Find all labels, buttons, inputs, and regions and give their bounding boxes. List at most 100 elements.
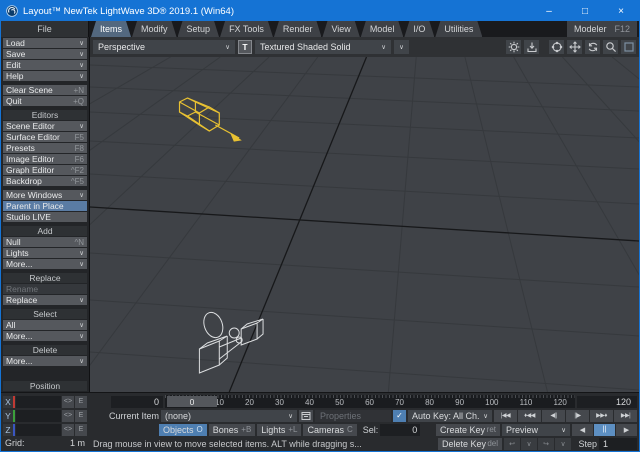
sidebar-item-help[interactable]: Help∨: [3, 71, 87, 81]
frame-slider-handle[interactable]: 0: [167, 396, 217, 407]
previous-frame-button[interactable]: ◀||: [542, 410, 565, 422]
chevron-down-icon[interactable]: ∨: [555, 438, 571, 450]
timeline-ruler[interactable]: 10 20 30 40 50 60 70 80 90 100 110 120 0: [165, 395, 575, 408]
zoom-view-icon[interactable]: [603, 40, 618, 54]
export-icon[interactable]: [524, 40, 539, 54]
sidebar-item-null[interactable]: Null^N: [3, 237, 87, 247]
viewport-options-dropdown[interactable]: ∨: [394, 40, 409, 54]
item-list-icon[interactable]: [299, 410, 313, 422]
envelope-button[interactable]: E: [75, 396, 87, 408]
redo-arrow-icon[interactable]: ↪: [538, 438, 554, 450]
rotate-view-icon[interactable]: [585, 40, 600, 54]
sidebar-item-select-more[interactable]: More...∨: [3, 331, 87, 341]
objects-button[interactable]: Objects O: [159, 424, 207, 436]
envelope-button[interactable]: E: [75, 410, 87, 422]
shortcut-label: +B: [241, 425, 251, 434]
next-key-button[interactable]: ▶▶♦: [590, 410, 613, 422]
bones-button[interactable]: Bones +B: [209, 424, 256, 436]
sidebar-item-presets[interactable]: PresetsF8: [3, 143, 87, 153]
sidebar-item-add-more[interactable]: More...∨: [3, 259, 87, 269]
position-x-field[interactable]: [16, 396, 61, 408]
maximize-button[interactable]: □: [567, 1, 603, 21]
y-axis-label: Y: [3, 410, 15, 422]
previous-key-button[interactable]: ♦◀◀: [518, 410, 541, 422]
sidebar-item-edit[interactable]: Edit∨: [3, 60, 87, 70]
sidebar-item-scene-editor[interactable]: Scene Editor∨: [3, 121, 87, 131]
sidebar-item-backdrop[interactable]: Backdrop^F5: [3, 176, 87, 186]
sidebar-item-select-all[interactable]: All∨: [3, 320, 87, 330]
position-z-field[interactable]: [16, 424, 61, 436]
sidebar-item-image-editor[interactable]: Image EditorF6: [3, 154, 87, 164]
mini-slider-button[interactable]: <>: [62, 396, 74, 408]
sidebar-item-label: Scene Editor: [6, 121, 79, 131]
pan-view-icon[interactable]: [567, 40, 582, 54]
grid-label: Grid:: [5, 438, 25, 448]
tab-render[interactable]: Render: [274, 21, 322, 37]
sidebar-item-save[interactable]: Save∨: [3, 49, 87, 59]
play-forward-button[interactable]: ▶: [616, 424, 637, 436]
sidebar-item-delete-more[interactable]: More...∨: [3, 356, 87, 366]
tab-model[interactable]: Model: [361, 21, 404, 37]
close-button[interactable]: ×: [603, 1, 639, 21]
auto-key-checkbox[interactable]: ✓: [393, 410, 406, 422]
envelope-button[interactable]: E: [75, 424, 87, 436]
tab-modify[interactable]: Modify: [132, 21, 177, 37]
sidebar-item-studio-live[interactable]: Studio LIVE: [3, 212, 87, 222]
orbit-view-icon[interactable]: [549, 40, 564, 54]
modeler-button[interactable]: Modeler F12: [567, 21, 637, 37]
sidebar-item-more-windows[interactable]: More Windows∨: [3, 190, 87, 200]
tick-label: 70: [395, 398, 404, 407]
sidebar-item-parent-in-place[interactable]: Parent in Place: [3, 201, 87, 211]
tab-fx-tools[interactable]: FX Tools: [220, 21, 273, 37]
position-fields: X <> E Y <> E Z <> E Grid: 1 m: [1, 395, 89, 451]
auto-key-dropdown[interactable]: Auto Key: All Ch... ∨: [408, 410, 492, 422]
sidebar-item-label: Rename: [6, 284, 84, 294]
chevron-down-icon: ∨: [561, 426, 566, 434]
preview-dropdown[interactable]: Preview ∨: [502, 424, 570, 436]
cameras-button[interactable]: Cameras C: [303, 424, 356, 436]
pause-button[interactable]: ||: [594, 424, 615, 436]
sidebar-item-label: More...: [6, 259, 79, 269]
lights-button[interactable]: Lights +L: [257, 424, 301, 436]
mini-slider-button[interactable]: <>: [62, 424, 74, 436]
tick-label: 110: [520, 398, 533, 407]
sidebar-item-label: Presets: [6, 143, 75, 153]
tab-utilities[interactable]: Utilities: [435, 21, 482, 37]
delete-group-header: Delete: [3, 345, 87, 355]
sidebar-item-replace[interactable]: Replace∨: [3, 295, 87, 305]
position-y-field[interactable]: [16, 410, 61, 422]
sidebar-item-label: Image Editor: [6, 154, 75, 164]
sidebar-item-graph-editor[interactable]: Graph Editor^F2: [3, 165, 87, 175]
view-mode-dropdown[interactable]: Perspective ∨: [93, 40, 235, 54]
sel-count-field: 0: [380, 424, 420, 436]
delete-key-button[interactable]: Delete Key del: [438, 438, 502, 450]
tab-view[interactable]: View: [322, 21, 359, 37]
viewport-canvas[interactable]: [90, 57, 639, 392]
sidebar-item-clear-scene[interactable]: Clear Scene+N: [3, 85, 87, 95]
tab-setup[interactable]: Setup: [178, 21, 220, 37]
current-frame-field[interactable]: 0: [111, 396, 163, 408]
sidebar-item-lights[interactable]: Lights∨: [3, 248, 87, 258]
gear-icon[interactable]: [506, 40, 521, 54]
chevron-down-icon[interactable]: ∨: [521, 438, 537, 450]
tab-items[interactable]: Items: [91, 21, 131, 37]
maximize-viewport-icon[interactable]: [621, 40, 636, 54]
sidebar-item-surface-editor[interactable]: Surface EditorF5: [3, 132, 87, 142]
tab-io[interactable]: I/O: [404, 21, 434, 37]
lightwave-logo-icon: [6, 5, 18, 17]
next-frame-button[interactable]: ||▶: [566, 410, 589, 422]
create-key-button[interactable]: Create Key ret: [436, 424, 500, 436]
step-field[interactable]: 1: [599, 438, 637, 450]
play-reverse-button[interactable]: ◀: [572, 424, 593, 436]
end-frame-field[interactable]: 120: [577, 396, 637, 408]
go-to-start-button[interactable]: |◀◀: [494, 410, 517, 422]
minimize-button[interactable]: –: [531, 1, 567, 21]
mini-slider-button[interactable]: <>: [62, 410, 74, 422]
title-bar: Layout™ NewTek LightWave 3D® 2019.1 (Win…: [1, 1, 639, 21]
undo-arrow-icon[interactable]: ↩: [504, 438, 520, 450]
go-to-end-button[interactable]: ▶▶|: [614, 410, 637, 422]
sidebar-item-load[interactable]: Load∨: [3, 38, 87, 48]
sidebar-item-quit[interactable]: Quit+Q: [3, 96, 87, 106]
shade-mode-dropdown[interactable]: Textured Shaded Solid ∨: [255, 40, 391, 54]
current-item-dropdown[interactable]: (none) ∨: [161, 410, 297, 422]
